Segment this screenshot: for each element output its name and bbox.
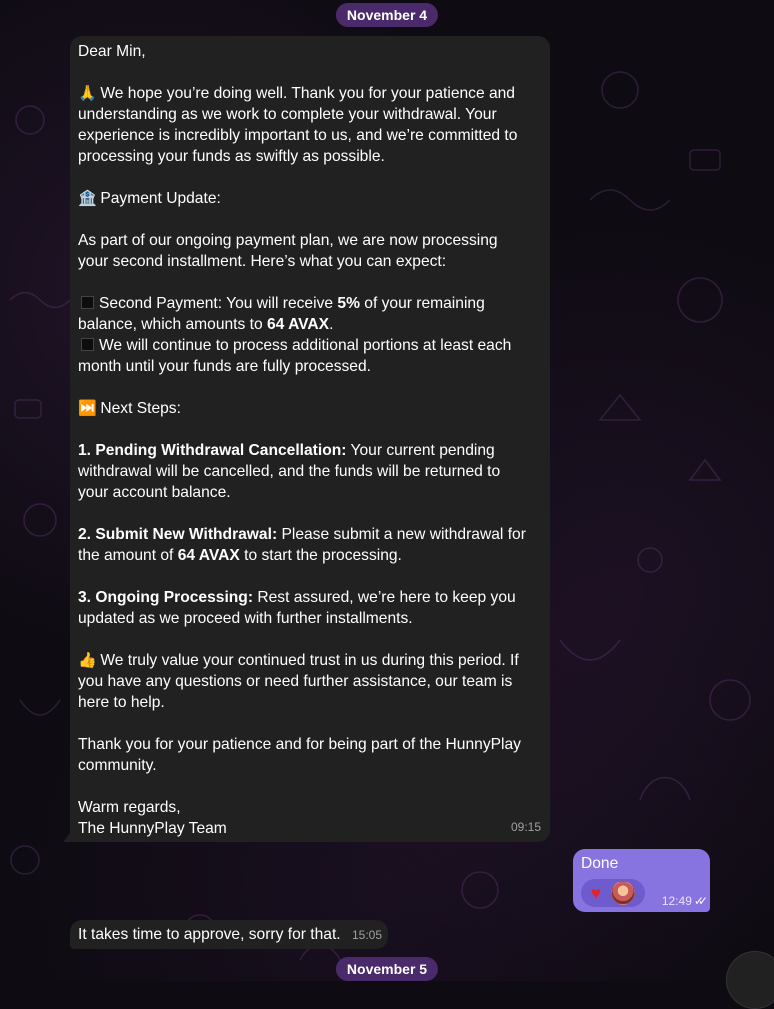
text-span: community.	[78, 757, 157, 774]
emoji-icon: 👍	[78, 652, 97, 669]
reaction-chip[interactable]: ♥	[581, 879, 645, 907]
message-line: 1. Pending Withdrawal Cancellation: Your…	[78, 440, 542, 461]
message-line	[78, 167, 542, 188]
message-line: your account balance.	[78, 482, 542, 503]
message-line: Thank you for your patience and for bein…	[78, 734, 542, 755]
text-span: to start the processing.	[239, 547, 402, 564]
message-line: ⏭️ Next Steps:	[78, 398, 542, 419]
text-span: We truly value your continued trust in u…	[96, 652, 519, 669]
text-span: understanding as we work to complete you…	[78, 106, 497, 123]
message-line	[78, 566, 542, 587]
bold-text: 1. Pending Withdrawal Cancellation:	[78, 442, 347, 459]
message-text: Done	[581, 855, 619, 872]
text-span: Next Steps:	[96, 400, 181, 417]
message-line	[78, 377, 542, 398]
message-line: Dear Min,	[78, 41, 542, 62]
message-line: month until your funds are fully process…	[78, 356, 542, 377]
text-span: your account balance.	[78, 484, 231, 501]
date-separator: November 5	[335, 957, 439, 981]
message-time: 15:05	[351, 928, 382, 942]
text-span: processing your funds as swiftly as poss…	[78, 148, 385, 165]
message-line: 🏦 Payment Update:	[78, 188, 542, 209]
text-span: here to help.	[78, 694, 165, 711]
message-line: here to help.	[78, 692, 542, 713]
message-line: processing your funds as swiftly as poss…	[78, 146, 542, 167]
incoming-message-bubble[interactable]: It takes time to approve, sorry for that…	[70, 920, 388, 949]
text-span: month until your funds are fully process…	[78, 358, 371, 375]
message-time: 12:49	[661, 894, 692, 908]
message-line: Second Payment: You will receive 5% of y…	[78, 293, 542, 314]
text-span: We hope you’re doing well. Thank you for…	[96, 85, 515, 102]
message-line: you have any questions or need further a…	[78, 671, 542, 692]
bold-text: 3. Ongoing Processing:	[78, 589, 254, 606]
emoji-icon: 🙏	[78, 85, 97, 102]
message-text: Dear Min, 🙏 We hope you’re doing well. Th…	[78, 41, 542, 839]
text-span: Please submit a new withdrawal for	[277, 526, 526, 543]
message-time: 09:15	[510, 820, 541, 834]
message-line: community.	[78, 755, 542, 776]
message-line: understanding as we work to complete you…	[78, 104, 542, 125]
text-span: you have any questions or need further a…	[78, 673, 513, 690]
text-span: As part of our ongoing payment plan, we …	[78, 232, 498, 249]
text-span: Rest assured, we’re here to keep you	[253, 589, 516, 606]
message-line	[78, 62, 542, 83]
message-meta: 12:49 ✓✓	[661, 894, 708, 908]
text-span: Thank you for your patience and for bein…	[78, 736, 521, 753]
message-line: 2. Submit New Withdrawal: Please submit …	[78, 524, 542, 545]
message-line: 🙏 We hope you’re doing well. Thank you f…	[78, 83, 542, 104]
text-span: The HunnyPlay Team	[78, 820, 227, 837]
message-line: your second installment. Here’s what you…	[78, 251, 542, 272]
text-span: Your current pending	[346, 442, 495, 459]
message-line: As part of our ongoing payment plan, we …	[78, 230, 542, 251]
message-line: 👍 We truly value your continued trust in…	[78, 650, 542, 671]
bold-text: 64 AVAX	[177, 547, 240, 564]
black-square-icon	[81, 296, 94, 309]
message-line	[78, 272, 542, 293]
message-line: Warm regards,	[78, 797, 542, 818]
incoming-message-bubble[interactable]: Dear Min, 🙏 We hope you’re doing well. Th…	[63, 36, 550, 842]
message-line: withdrawal will be cancelled, and the fu…	[78, 461, 542, 482]
text-span: experience is incredibly important to us…	[78, 127, 518, 144]
heart-icon: ♥	[590, 883, 602, 903]
double-check-icon: ✓✓	[693, 894, 708, 908]
text-span: Dear Min,	[78, 43, 146, 60]
outgoing-message-bubble[interactable]: Done ♥ 12:49 ✓✓	[573, 849, 710, 912]
text-span: We will continue to process additional p…	[99, 337, 512, 354]
avatar[interactable]	[611, 881, 635, 905]
message-line: updated as we proceed with further insta…	[78, 608, 542, 629]
black-square-icon	[81, 338, 94, 351]
message-line	[78, 419, 542, 440]
bold-text: 5%	[337, 295, 360, 312]
emoji-icon: 🏦	[78, 190, 97, 207]
message-line: the amount of 64 AVAX to start the proce…	[78, 545, 542, 566]
message-line: 3. Ongoing Processing: Rest assured, we’…	[78, 587, 542, 608]
text-span: .	[329, 316, 334, 333]
message-line: The HunnyPlay Team	[78, 818, 542, 839]
message-line	[78, 503, 542, 524]
scroll-down-button[interactable]	[726, 951, 774, 1009]
text-span: the amount of	[78, 547, 178, 564]
text-span: Second Payment: You will receive	[99, 295, 338, 312]
text-span: updated as we proceed with further insta…	[78, 610, 413, 627]
message-line: experience is incredibly important to us…	[78, 125, 542, 146]
message-line: balance, which amounts to 64 AVAX.	[78, 314, 542, 335]
text-span: balance, which amounts to	[78, 316, 267, 333]
text-span: Warm regards,	[78, 799, 181, 816]
date-separator: November 4	[335, 3, 439, 27]
message-line	[78, 776, 542, 797]
emoji-icon: ⏭️	[78, 400, 97, 417]
message-line	[78, 209, 542, 230]
message-text: It takes time to approve, sorry for that…	[78, 926, 341, 943]
message-line	[78, 629, 542, 650]
message-line: We will continue to process additional p…	[78, 335, 542, 356]
text-span: your second installment. Here’s what you…	[78, 253, 447, 270]
text-span: of your remaining	[359, 295, 485, 312]
bold-text: 2. Submit New Withdrawal:	[78, 526, 278, 543]
text-span: withdrawal will be cancelled, and the fu…	[78, 463, 501, 480]
text-span: Payment Update:	[96, 190, 221, 207]
message-line	[78, 713, 542, 734]
bold-text: 64 AVAX	[266, 316, 330, 333]
